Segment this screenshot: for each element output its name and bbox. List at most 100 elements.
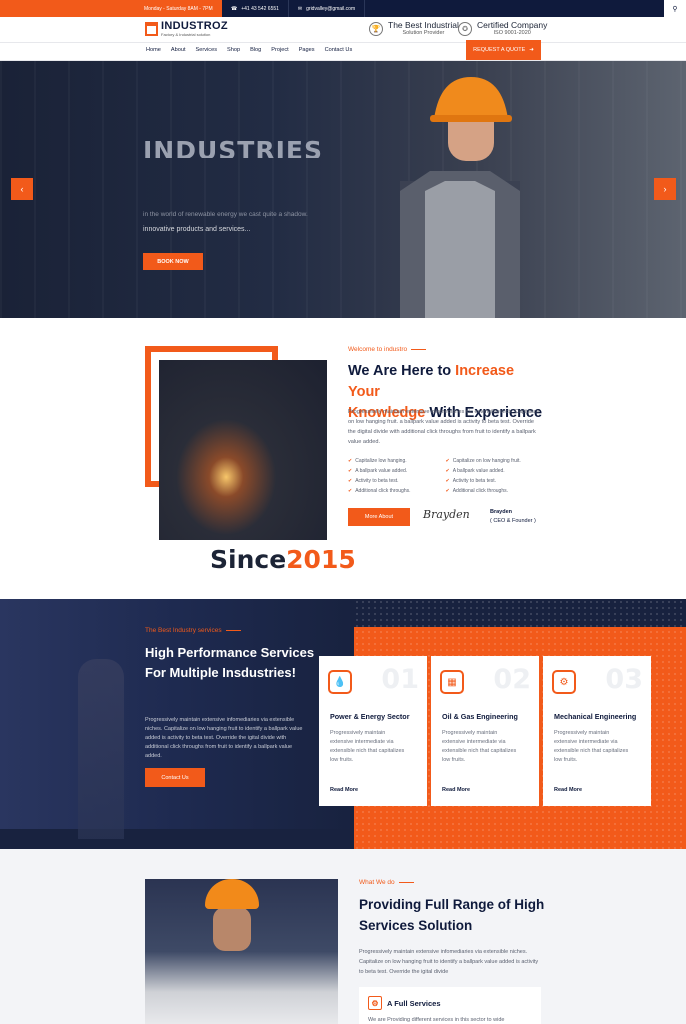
services-kicker: The Best Industry services xyxy=(145,627,241,634)
request-quote-button[interactable]: REQUEST A QUOTE ➜ xyxy=(466,40,541,60)
card-title: Mechanical Engineering xyxy=(554,712,637,721)
badge-best-industrial: 🏆 The Best Industrial Solution Provider xyxy=(369,20,459,37)
header: INDUSTROZ Factory & Industrial solution … xyxy=(0,17,686,43)
phone-icon: ☎ xyxy=(231,5,238,12)
engineer-image xyxy=(145,879,338,1024)
about-kicker: Welcome to industro xyxy=(348,346,426,353)
working-hours: Monday - Saturday 8AM - 7PM xyxy=(0,0,222,17)
read-more-link[interactable]: Read More xyxy=(330,787,358,793)
nav-blog[interactable]: Blog xyxy=(250,47,261,53)
medal-icon: ✪ xyxy=(458,21,472,36)
email-info[interactable]: ✉ gridvalley@gmail.com xyxy=(289,0,366,17)
contact-us-button[interactable]: Contact Us xyxy=(145,768,205,787)
about-heading-part: We Are Here to xyxy=(348,363,456,379)
feature-header: ⚙ A Full Services xyxy=(368,996,532,1010)
card-number: 03 xyxy=(605,664,643,695)
worker-silhouette xyxy=(78,659,124,839)
quote-label: REQUEST A QUOTE xyxy=(473,47,526,53)
card-title: Power & Energy Sector xyxy=(330,712,410,721)
hero-slider: INDUSTRIES in the world of renewable ene… xyxy=(0,61,686,318)
services-paragraph: Progressively maintain extensive infomed… xyxy=(145,717,303,759)
check-item: A ballpark value added. xyxy=(348,467,446,475)
card-text: Progressively maintain extensive interme… xyxy=(442,730,517,763)
card-number: 01 xyxy=(381,664,419,695)
factory-icon: ▦ xyxy=(440,670,464,694)
nav-home[interactable]: Home xyxy=(146,47,161,53)
main-nav: Home About Services Shop Blog Project Pa… xyxy=(0,43,686,61)
ceo-info: Brayden ( CEO & Founder ) xyxy=(490,508,536,526)
nav-pages[interactable]: Pages xyxy=(299,47,315,53)
check-item: Capitalize low hanging. xyxy=(348,457,446,465)
engineer-face xyxy=(213,907,251,951)
services-section: The Best Industry services High Performa… xyxy=(0,599,686,849)
top-bar: Monday - Saturday 8AM - 7PM ☎ +41 43 542… xyxy=(0,0,686,17)
robot-icon: ⚙ xyxy=(552,670,576,694)
badge-title: The Best Industrial xyxy=(388,20,459,30)
brand-name: INDUSTROZ xyxy=(161,20,228,32)
check-item: Additional click throughs. xyxy=(348,487,446,495)
about-section: Since2015 Welcome to industro We Are Her… xyxy=(0,318,686,599)
what-paragraph: Progressively maintain extensive infomed… xyxy=(359,949,539,975)
check-item: Capitalize on low hanging fruit. xyxy=(446,457,544,465)
hero-heading: INDUSTRIES xyxy=(143,136,323,158)
mail-icon: ✉ xyxy=(297,5,303,12)
feature-text: We are Providing different services in t… xyxy=(368,1017,505,1023)
phone-info[interactable]: ☎ +41 43 542 6551 xyxy=(222,0,289,17)
search-icon[interactable]: ⚲ xyxy=(664,0,686,17)
chevron-right-icon[interactable]: › xyxy=(654,178,676,200)
nav-services[interactable]: Services xyxy=(196,47,217,53)
badge-title: Certified Company xyxy=(477,20,548,30)
what-kicker: What We do xyxy=(359,879,414,886)
feature-title: A Full Services xyxy=(387,998,441,1008)
ceo-role: ( CEO & Founder ) xyxy=(490,518,536,524)
oil-drop-icon: 💧 xyxy=(328,670,352,694)
welder-image xyxy=(159,360,327,540)
factory-logo-icon xyxy=(145,22,158,36)
hard-hat-shape xyxy=(205,879,259,909)
check-item: Activity to beta test. xyxy=(348,477,446,485)
about-paragraph: Progressively maintain extensive infomed… xyxy=(348,409,540,445)
nav-about[interactable]: About xyxy=(171,47,186,53)
read-more-link[interactable]: Read More xyxy=(554,787,582,793)
hero-background xyxy=(0,61,686,318)
hero-text-2: innovative products and services... xyxy=(143,226,251,233)
signature: Brayden xyxy=(423,508,470,521)
logo[interactable]: INDUSTROZ Factory & Industrial solution xyxy=(145,21,228,37)
what-heading: Providing Full Range of High Services So… xyxy=(359,897,545,933)
since-number: 2015 xyxy=(286,545,356,574)
service-card[interactable]: 02 ▦ Oil & Gas Engineering Progressively… xyxy=(431,656,539,806)
since-year: Since2015 xyxy=(210,545,356,574)
services-icon: ⚙ xyxy=(368,996,382,1010)
service-card[interactable]: 03 ⚙ Mechanical Engineering Progressivel… xyxy=(543,656,651,806)
nav-contact[interactable]: Contact Us xyxy=(325,47,353,53)
hero-text-1: in the world of renewable energy we cast… xyxy=(143,211,308,218)
badge-certified: ✪ Certified Company ISO 9001-2020 xyxy=(458,20,547,37)
check-item: Additional click throughs. xyxy=(446,487,544,495)
phone-text: +41 43 542 6551 xyxy=(241,5,279,12)
about-checklist: Capitalize low hanging. Capitalize on lo… xyxy=(348,457,543,495)
services-heading: High Performance Services For Multiple I… xyxy=(145,645,315,680)
nav-shop[interactable]: Shop xyxy=(227,47,240,53)
read-more-link[interactable]: Read More xyxy=(442,787,470,793)
badge-subtitle: ISO 9001-2020 xyxy=(493,30,531,36)
ceo-name: Brayden xyxy=(490,509,513,515)
email-text: gridvalley@gmail.com xyxy=(306,5,356,12)
more-about-button[interactable]: More About xyxy=(348,508,410,526)
service-card[interactable]: 01 💧 Power & Energy Sector Progressively… xyxy=(319,656,427,806)
nav-project[interactable]: Project xyxy=(271,47,288,53)
chevron-left-icon[interactable]: ‹ xyxy=(11,178,33,200)
what-we-do-section: What We do Providing Full Range of High … xyxy=(0,849,686,1024)
check-item: A ballpark value added. xyxy=(446,467,544,475)
card-number: 02 xyxy=(493,664,531,695)
check-item: Activity to beta test. xyxy=(446,477,544,485)
since-label: Since xyxy=(210,545,287,574)
worker-image xyxy=(400,77,520,318)
card-text: Progressively maintain extensive interme… xyxy=(330,730,405,763)
card-title: Oil & Gas Engineering xyxy=(442,712,518,721)
arrow-right-icon: ➜ xyxy=(529,47,534,53)
brand-tagline: Factory & Industrial solution xyxy=(161,32,211,37)
book-now-button[interactable]: BOOK NOW xyxy=(143,253,203,270)
card-text: Progressively maintain extensive interme… xyxy=(554,730,629,763)
trophy-icon: 🏆 xyxy=(369,21,383,36)
badge-subtitle: Solution Provider xyxy=(402,30,445,36)
